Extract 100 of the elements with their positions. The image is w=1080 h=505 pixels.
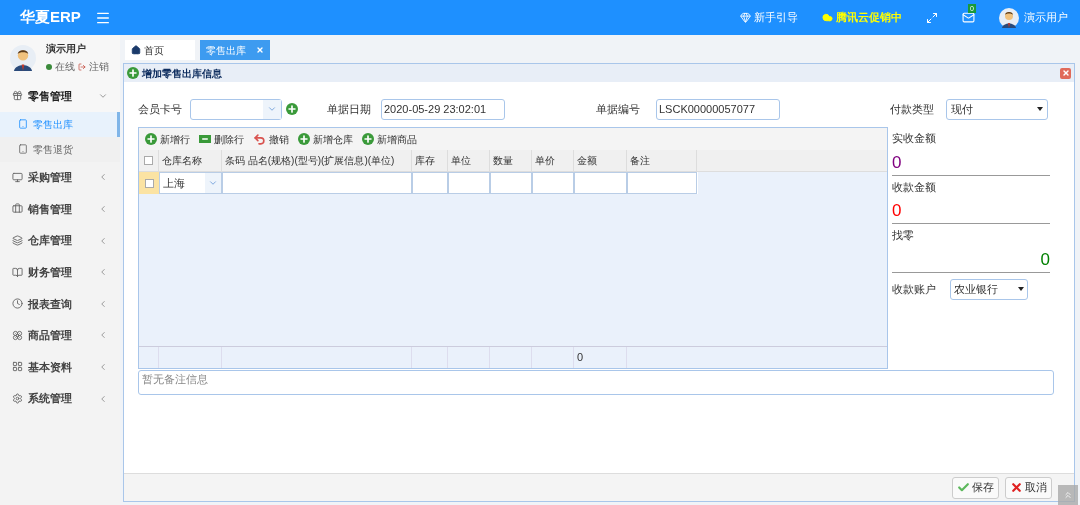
- summary-label: 收款金额: [892, 179, 937, 195]
- column-header: 单价: [532, 150, 574, 171]
- summary-value: 0: [892, 199, 1050, 224]
- page-tab[interactable]: 首页: [125, 40, 195, 60]
- monitor-icon: [12, 171, 23, 183]
- column-header: 条码 品名(规格)(型号)(扩展信息)(单位): [222, 150, 412, 171]
- column-header: 数量: [490, 150, 532, 171]
- minus-icon: [199, 135, 211, 143]
- sidebar-menu-item[interactable]: 销售管理: [0, 193, 120, 225]
- layers-icon: [12, 235, 23, 247]
- warehouse-combo[interactable]: 上海: [159, 172, 222, 194]
- panel-title: 增加零售出库信息: [142, 66, 222, 81]
- chevron-down-icon: [208, 178, 218, 188]
- sidebar-menu-item[interactable]: 报表查询: [0, 287, 120, 320]
- column-header: 仓库名称: [159, 150, 222, 171]
- gem-icon: [740, 12, 751, 23]
- dropdown-arrow-icon: [1018, 287, 1024, 291]
- chevron-left-icon: [98, 267, 108, 278]
- online-status: 在线: [55, 60, 75, 74]
- logo: 华夏ERP: [20, 7, 81, 28]
- amount-total: 0: [574, 347, 627, 368]
- cell-input[interactable]: [532, 172, 574, 194]
- toolbar-button[interactable]: 撤销: [253, 131, 289, 147]
- column-header: 备注: [627, 150, 697, 171]
- sidebar-menu-item[interactable]: 零售管理: [0, 80, 120, 112]
- cloud-icon: [822, 12, 833, 23]
- close-icon[interactable]: [1060, 67, 1071, 79]
- home-icon: [131, 45, 141, 55]
- chevron-left-icon: [98, 330, 108, 341]
- member-card-combo[interactable]: [190, 98, 282, 120]
- chevrons-up-icon: [1063, 490, 1073, 500]
- tablet-icon: [18, 119, 28, 130]
- cell-input[interactable]: [448, 172, 490, 194]
- tablet-icon: [18, 144, 28, 155]
- column-header: 金额: [574, 150, 627, 171]
- flower-icon: [12, 329, 23, 341]
- summary-label: 找零: [892, 228, 915, 243]
- mail-icon[interactable]: [962, 11, 975, 24]
- cell-input[interactable]: [490, 172, 532, 194]
- summary-label: 实收金额: [892, 131, 937, 146]
- plus-icon: [298, 133, 310, 145]
- cell-input[interactable]: [412, 172, 448, 194]
- field-label: 单据编号: [596, 101, 641, 117]
- cell-input[interactable]: [574, 172, 627, 194]
- briefcase-icon: [12, 203, 23, 215]
- plus-icon: [362, 133, 374, 145]
- chevron-left-icon: [98, 393, 108, 404]
- grid-icon: [12, 361, 23, 373]
- toolbar-button[interactable]: 新增商品: [362, 131, 417, 147]
- chevron-left-icon: [98, 172, 108, 183]
- plus-icon: [127, 67, 139, 79]
- cancel-button[interactable]: 取消: [1005, 476, 1052, 499]
- sidebar-menu-item[interactable]: 采购管理: [0, 161, 120, 194]
- row-checkbox[interactable]: [144, 178, 154, 188]
- toolbar-button[interactable]: 新增行: [145, 131, 190, 147]
- book-icon: [12, 266, 23, 278]
- field-label: 付款类型: [890, 101, 935, 117]
- column-header: 单位: [448, 150, 490, 171]
- cell-input[interactable]: [222, 172, 412, 194]
- toolbar-button[interactable]: 新增仓库: [298, 131, 353, 147]
- summary-value: 0: [892, 247, 1050, 273]
- sidebar-menu-item[interactable]: 基本资料: [0, 351, 120, 383]
- sidebar-menu-item[interactable]: 系统管理: [0, 382, 120, 415]
- logout-icon: [78, 62, 86, 71]
- sidebar-menu-item[interactable]: 财务管理: [0, 256, 120, 288]
- chevron-left-icon: [98, 298, 108, 309]
- account-select[interactable]: 农业银行: [950, 278, 1028, 300]
- save-button[interactable]: 保存: [952, 476, 999, 499]
- column-header: 库存: [412, 150, 448, 171]
- logout-link[interactable]: 注销: [89, 59, 109, 74]
- check-icon: [957, 481, 970, 494]
- plus-icon: [286, 103, 298, 115]
- dropdown-arrow-icon: [1037, 107, 1043, 111]
- sidebar-menu-item[interactable]: 仓库管理: [0, 224, 120, 257]
- undo-icon: [253, 132, 266, 146]
- plus-icon: [145, 133, 157, 145]
- chevron-left-icon: [98, 235, 108, 246]
- chevron-down-icon: [267, 104, 277, 114]
- text-field[interactable]: 2020-05-29 23:02:01: [381, 98, 505, 120]
- avatar-icon: [999, 7, 1019, 28]
- back-to-top-button[interactable]: [1058, 485, 1078, 505]
- field-label: 会员卡号: [138, 101, 183, 117]
- fullscreen-icon[interactable]: [926, 11, 938, 24]
- close-icon[interactable]: [256, 46, 264, 54]
- clock-icon: [12, 298, 23, 310]
- chevron-left-icon: [98, 204, 108, 214]
- summary-value: 0: [892, 150, 1050, 176]
- chevron-left-icon: [98, 361, 108, 372]
- sidebar-menu-item[interactable]: 商品管理: [0, 319, 120, 352]
- select-all-checkbox[interactable]: [144, 156, 153, 165]
- cell-input[interactable]: [627, 172, 697, 194]
- toolbar-button[interactable]: 删除行: [199, 131, 244, 147]
- sidebar-user-name: 演示用户: [46, 42, 87, 56]
- field-label: 单据日期: [327, 101, 372, 117]
- text-field[interactable]: LSCK00000057077: [656, 98, 780, 120]
- payment-select[interactable]: 现付: [946, 98, 1048, 120]
- gift-icon: [12, 90, 23, 102]
- cross-icon: [1010, 481, 1023, 494]
- settings-icon: [12, 393, 23, 405]
- remark-field[interactable]: 暂无备注信息: [138, 370, 1054, 395]
